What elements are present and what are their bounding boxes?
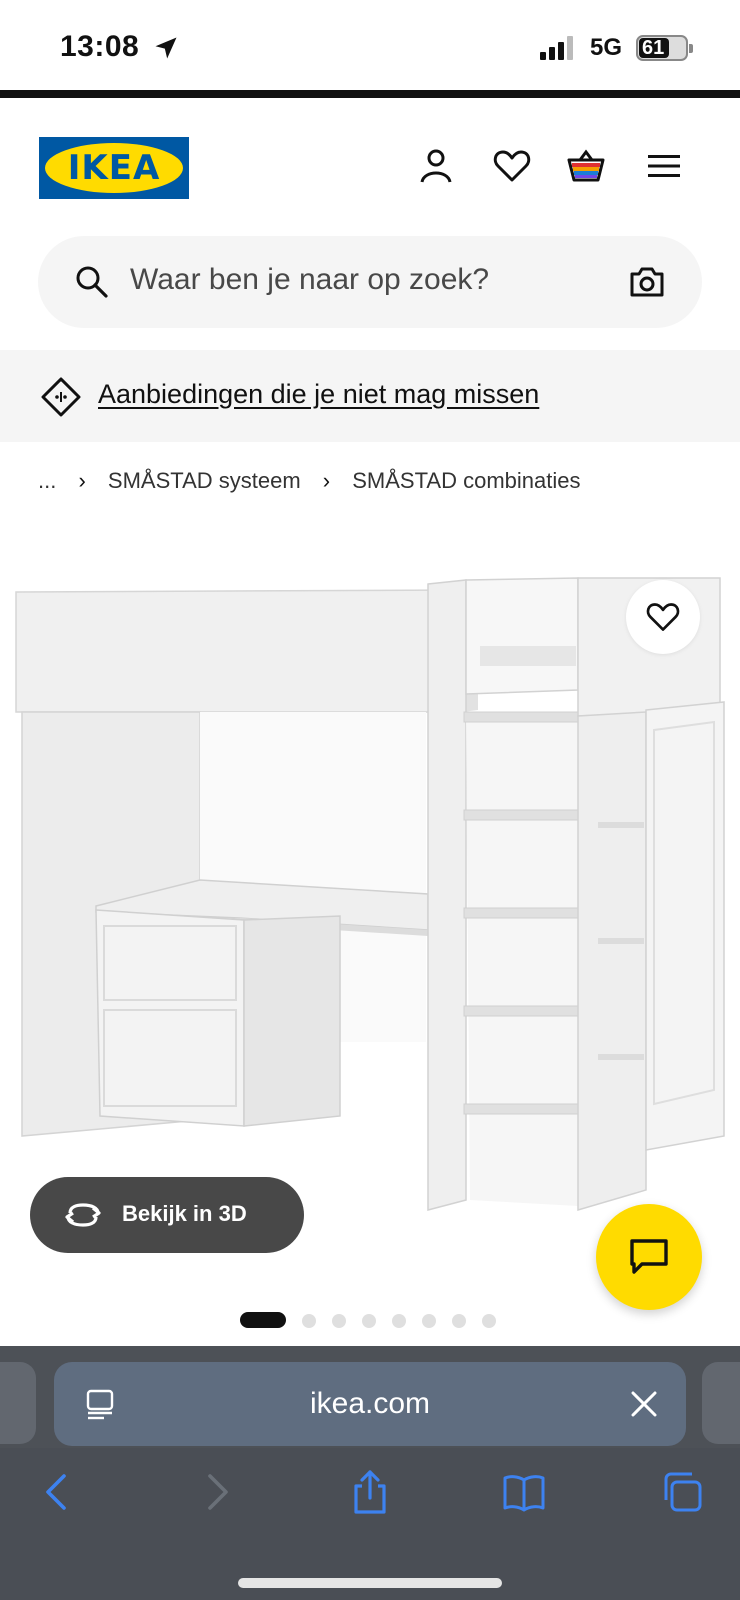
search-bar[interactable]: Waar ben je naar op zoek? bbox=[38, 236, 702, 328]
close-icon[interactable] bbox=[630, 1390, 658, 1418]
cellular-signal-icon bbox=[540, 36, 573, 60]
user-icon[interactable] bbox=[416, 146, 456, 186]
carousel-dot[interactable] bbox=[392, 1314, 406, 1328]
rotate-3d-icon bbox=[65, 1203, 101, 1227]
search-icon bbox=[76, 266, 108, 298]
view-in-3d-label: Bekijk in 3D bbox=[122, 1201, 247, 1226]
breadcrumb: ... › SMÅSTAD systeem › SMÅSTAD combinat… bbox=[38, 467, 580, 494]
view-in-3d-button[interactable]: Bekijk in 3D bbox=[30, 1177, 304, 1253]
chevron-right-icon: › bbox=[78, 468, 86, 494]
chat-button[interactable] bbox=[596, 1204, 702, 1310]
breadcrumb-item-combinaties[interactable]: SMÅSTAD combinaties bbox=[352, 468, 580, 494]
location-arrow-icon bbox=[155, 37, 177, 59]
promo-banner[interactable]: Aanbiedingen die je niet mag missen bbox=[0, 350, 740, 442]
forward-icon[interactable] bbox=[194, 1470, 238, 1514]
menu-icon[interactable] bbox=[644, 146, 684, 186]
previous-tab-preview[interactable] bbox=[0, 1362, 36, 1444]
network-type: 5G bbox=[590, 34, 623, 61]
search-input[interactable]: Waar ben je naar op zoek? bbox=[130, 263, 489, 297]
status-time: 13:08 bbox=[60, 30, 140, 63]
carousel-dot[interactable] bbox=[422, 1314, 436, 1328]
carousel-dot[interactable] bbox=[332, 1314, 346, 1328]
shopping-basket-icon[interactable] bbox=[566, 146, 606, 186]
heart-icon[interactable] bbox=[492, 146, 532, 186]
ikea-logo[interactable]: IKEA bbox=[39, 137, 189, 199]
share-icon[interactable] bbox=[348, 1470, 392, 1514]
tabs-icon[interactable] bbox=[660, 1470, 704, 1514]
heart-icon bbox=[646, 603, 680, 631]
bookmarks-icon[interactable] bbox=[502, 1470, 546, 1514]
address-bar[interactable]: ikea.com bbox=[54, 1362, 686, 1446]
battery-level: 61 bbox=[642, 37, 665, 59]
breadcrumb-item-systeem[interactable]: SMÅSTAD systeem bbox=[108, 468, 301, 494]
url-text[interactable]: ikea.com bbox=[54, 1387, 686, 1421]
carousel-dot[interactable] bbox=[452, 1314, 466, 1328]
home-indicator[interactable] bbox=[238, 1578, 502, 1588]
carousel-dot[interactable] bbox=[362, 1314, 376, 1328]
back-icon[interactable] bbox=[36, 1470, 80, 1514]
carousel-dot[interactable] bbox=[482, 1314, 496, 1328]
status-bar: 13:08 5G 61 bbox=[0, 0, 740, 90]
page-top-border bbox=[0, 90, 740, 98]
carousel-dot-active[interactable] bbox=[240, 1312, 286, 1328]
carousel-dot[interactable] bbox=[302, 1314, 316, 1328]
price-tag-icon bbox=[41, 377, 81, 417]
next-tab-preview[interactable] bbox=[702, 1362, 740, 1444]
promo-link[interactable]: Aanbiedingen die je niet mag missen bbox=[98, 379, 539, 410]
add-to-favorites-button[interactable] bbox=[626, 580, 700, 654]
battery-icon: 61 bbox=[636, 35, 693, 61]
breadcrumb-ellipsis[interactable]: ... bbox=[38, 468, 56, 494]
chat-bubble-icon bbox=[630, 1239, 668, 1274]
chevron-right-icon: › bbox=[322, 468, 331, 494]
camera-search-icon[interactable] bbox=[628, 264, 666, 300]
